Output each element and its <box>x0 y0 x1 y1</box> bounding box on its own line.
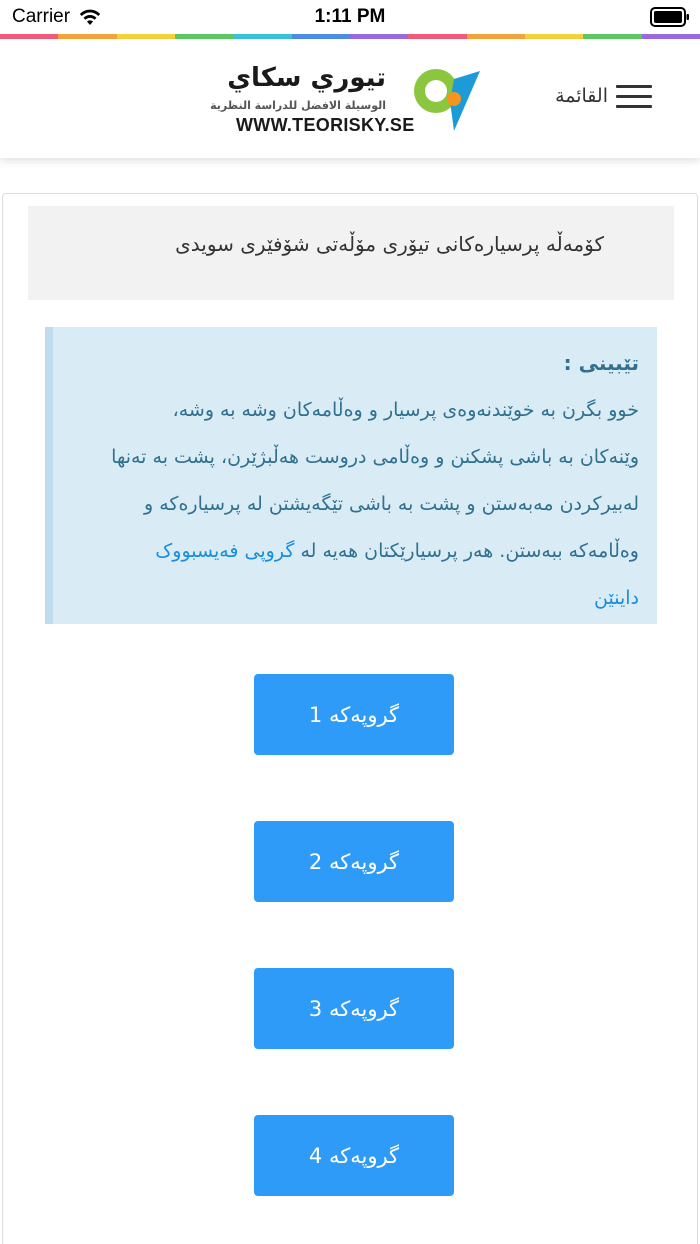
site-header: تيوري سكاي الوسيلة الافضل للدراسة النظري… <box>0 39 700 158</box>
status-time: 1:11 PM <box>314 6 386 27</box>
group-3-button[interactable]: گروپەکە 3 <box>254 968 454 1049</box>
menu-button[interactable]: القائمة <box>555 82 652 110</box>
page-title: کۆمەڵە پرسیارەکانی تیۆری مۆڵەتی شۆفێری س… <box>175 232 604 256</box>
hamburger-icon <box>616 82 652 110</box>
group-2-button[interactable]: گروپەکە 2 <box>254 821 454 902</box>
note-body: خوو بگرن بە خوێندنەوەی پرسیار و وەڵامەکا… <box>109 387 639 622</box>
note-heading: تێبینی : <box>563 351 639 375</box>
page-title-box: کۆمەڵە پرسیارەکانی تیۆری مۆڵەتی شۆفێری س… <box>28 206 674 300</box>
group-1-button[interactable]: گروپەکە 1 <box>254 674 454 755</box>
battery-icon <box>650 7 689 27</box>
logo-subtitle: الوسيلة الافضل للدراسة النظرية <box>210 99 386 112</box>
note-text: خوو بگرن بە خوێندنەوەی پرسیار و وەڵامەکا… <box>111 399 639 562</box>
status-bar: Carrier 1:11 PM <box>0 0 700 34</box>
location-pin-icon <box>414 69 480 131</box>
site-logo[interactable]: تيوري سكاي الوسيلة الافضل للدراسة النظري… <box>210 59 482 139</box>
logo-url: WWW.TEORISKY.SE <box>236 115 415 135</box>
logo-title: تيوري سكاي <box>227 63 386 93</box>
note-alert: تێبینی : خوو بگرن بە خوێندنەوەی پرسیار و… <box>45 327 657 624</box>
group-4-button[interactable]: گروپەکە 4 <box>254 1115 454 1196</box>
menu-label: القائمة <box>555 85 608 107</box>
